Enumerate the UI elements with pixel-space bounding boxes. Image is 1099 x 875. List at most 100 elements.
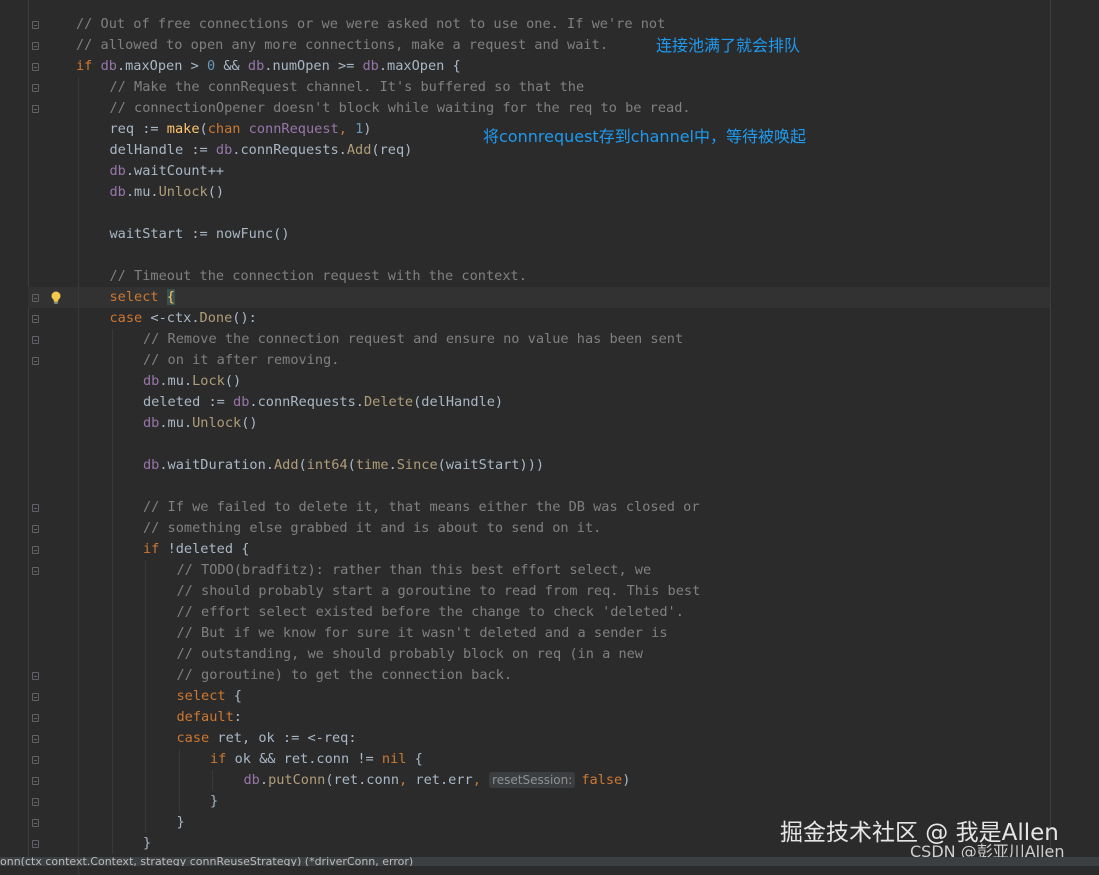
- fold-marker-icon[interactable]: [32, 672, 39, 680]
- fold-marker-icon[interactable]: [32, 42, 39, 50]
- code-token: .mu.: [159, 415, 193, 431]
- fold-marker-icon[interactable]: [32, 21, 39, 29]
- code-line[interactable]: db.waitCount++: [110, 161, 225, 182]
- code-token: // Out of free connections or we were as…: [76, 16, 666, 32]
- code-token: .mu.: [125, 184, 159, 200]
- code-line[interactable]: if !deleted {: [143, 539, 249, 560]
- code-line[interactable]: // allowed to open any more connections,…: [76, 35, 608, 56]
- code-line[interactable]: // Remove the connection request and ens…: [143, 329, 683, 350]
- indent-guide: [212, 770, 213, 791]
- code-line[interactable]: select {: [177, 686, 242, 707]
- code-line[interactable]: db.mu.Unlock(): [110, 182, 225, 203]
- fold-marker-icon[interactable]: [32, 504, 39, 512]
- code-line[interactable]: default:: [177, 707, 242, 728]
- code-line[interactable]: }: [143, 833, 151, 854]
- code-token: :: [233, 709, 242, 725]
- code-token: // If we failed to delete it, that means…: [143, 499, 700, 515]
- fold-marker-icon[interactable]: [32, 567, 39, 575]
- code-line[interactable]: db.waitDuration.Add(int64(time.Since(wai…: [143, 455, 544, 476]
- lightbulb-icon[interactable]: [50, 291, 62, 305]
- code-line[interactable]: // Timeout the connection request with t…: [110, 266, 527, 287]
- code-token: db: [143, 457, 160, 473]
- fold-marker-icon[interactable]: [32, 105, 39, 113]
- code-token: // allowed to open any more connections,…: [76, 37, 608, 53]
- code-token: // But if we know for sure it wasn't del…: [176, 625, 668, 641]
- code-line[interactable]: case ret, ok := <-req:: [177, 728, 357, 749]
- code-line[interactable]: }: [177, 812, 185, 833]
- code-line[interactable]: db.putConn(ret.conn, ret.err, resetSessi…: [244, 770, 631, 791]
- code-line[interactable]: if ok && ret.conn != nil {: [210, 749, 423, 770]
- code-line[interactable]: select {: [110, 287, 175, 308]
- code-token: chan: [207, 121, 249, 137]
- code-token: .maxOpen >: [116, 58, 207, 74]
- code-token: // should probably start a goroutine to …: [176, 583, 701, 599]
- fold-marker-icon[interactable]: [32, 756, 39, 764]
- code-token: db: [362, 58, 379, 74]
- code-token: ): [622, 772, 631, 788]
- code-line[interactable]: // TODO(bradfitz): rather than this best…: [177, 560, 652, 581]
- fold-marker-icon[interactable]: [32, 357, 39, 365]
- code-line[interactable]: // effort select existed before the chan…: [177, 602, 684, 623]
- annotation-pool-full: 连接池满了就会排队: [656, 36, 801, 55]
- code-token: (): [207, 184, 225, 200]
- code-token: default: [176, 709, 234, 725]
- code-token: .: [388, 457, 397, 473]
- code-token: waitStart := nowFunc(): [109, 226, 290, 242]
- code-token: Delete: [363, 394, 414, 410]
- code-token: deleted :=: [143, 394, 234, 410]
- code-line[interactable]: case <-ctx.Done():: [110, 308, 257, 329]
- code-line[interactable]: req := make(chan connRequest, 1): [110, 119, 372, 140]
- current-line-highlight: [28, 287, 1050, 308]
- code-line[interactable]: db.mu.Lock(): [143, 371, 241, 392]
- code-token: db: [143, 373, 160, 389]
- fold-marker-icon[interactable]: [32, 693, 39, 701]
- code-line[interactable]: waitStart := nowFunc(): [110, 224, 290, 245]
- code-line[interactable]: delHandle := db.connRequests.Add(req): [110, 140, 413, 161]
- fold-marker-icon[interactable]: [32, 819, 39, 827]
- code-line[interactable]: // But if we know for sure it wasn't del…: [177, 623, 668, 644]
- code-line[interactable]: // something else grabbed it and is abou…: [143, 518, 601, 539]
- code-token: db: [109, 163, 126, 179]
- fold-marker-icon[interactable]: [32, 84, 39, 92]
- fold-marker-icon[interactable]: [32, 294, 39, 302]
- code-token: .waitCount++: [125, 163, 225, 179]
- status-signature: onn(ctx context.Context, strategy connRe…: [0, 857, 414, 866]
- code-token: .connRequests.: [249, 394, 364, 410]
- fold-marker-icon[interactable]: [32, 525, 39, 533]
- code-line[interactable]: // goroutine) to get the connection back…: [177, 665, 513, 686]
- code-token: case: [176, 730, 218, 746]
- fold-marker-icon[interactable]: [32, 735, 39, 743]
- fold-marker-icon[interactable]: [32, 777, 39, 785]
- code-token: ,: [399, 772, 416, 788]
- code-line[interactable]: // If we failed to delete it, that means…: [143, 497, 700, 518]
- code-line[interactable]: // outstanding, we should probably block…: [177, 644, 644, 665]
- code-token: Lock: [192, 373, 225, 389]
- code-line[interactable]: db.mu.Unlock(): [143, 413, 258, 434]
- code-token: }: [143, 835, 152, 851]
- code-line[interactable]: // on it after removing.: [143, 350, 339, 371]
- code-line[interactable]: deleted := db.connRequests.Delete(delHan…: [143, 392, 503, 413]
- fold-marker-icon[interactable]: [32, 63, 39, 71]
- code-token: Done: [199, 310, 233, 326]
- code-line[interactable]: // connectionOpener doesn't block while …: [110, 98, 691, 119]
- fold-marker-icon[interactable]: [32, 315, 39, 323]
- fold-marker-icon[interactable]: [32, 840, 39, 848]
- code-line[interactable]: // Make the connRequest channel. It's bu…: [110, 77, 585, 98]
- fold-marker-icon[interactable]: [32, 336, 39, 344]
- fold-marker-icon[interactable]: [32, 798, 39, 806]
- code-line[interactable]: // Out of free connections or we were as…: [76, 14, 665, 35]
- code-token: (): [241, 415, 258, 431]
- code-token: (req): [371, 142, 413, 158]
- fold-marker-icon[interactable]: [32, 714, 39, 722]
- code-token: // something else grabbed it and is abou…: [143, 520, 602, 536]
- code-line[interactable]: }: [210, 791, 218, 812]
- code-token: <-ctx.: [150, 310, 200, 326]
- code-editor[interactable]: // Out of free connections or we were as…: [0, 0, 1099, 875]
- fold-marker-icon[interactable]: [32, 546, 39, 554]
- code-line[interactable]: if db.maxOpen > 0 && db.numOpen >= db.ma…: [76, 56, 461, 77]
- code-token: Since: [396, 457, 438, 473]
- code-token: false: [581, 772, 623, 788]
- indent-guide: [78, 77, 79, 875]
- code-token: db: [143, 415, 160, 431]
- code-line[interactable]: // should probably start a goroutine to …: [177, 581, 701, 602]
